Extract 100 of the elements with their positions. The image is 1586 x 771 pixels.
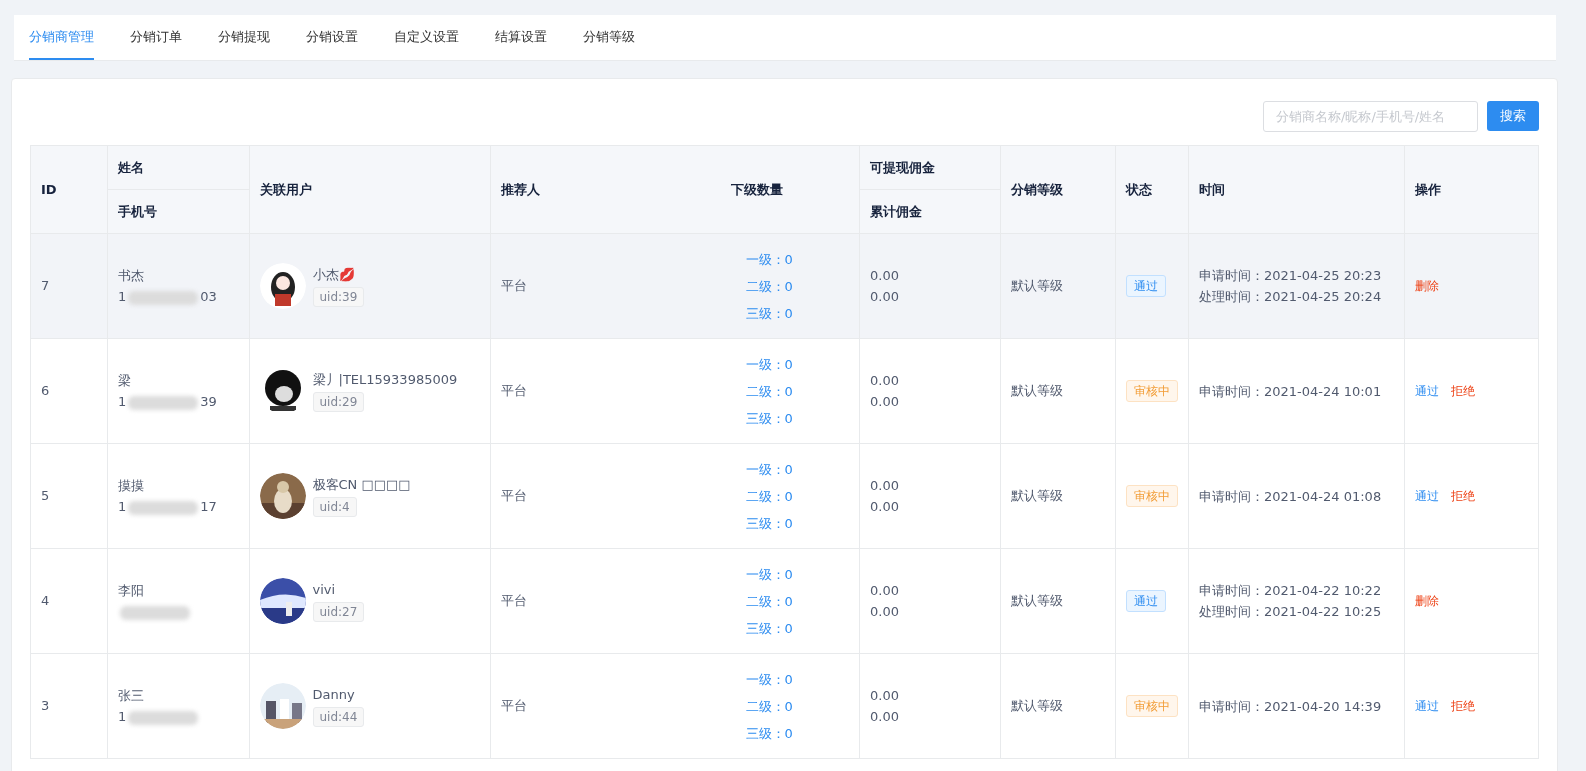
downline-link[interactable]: 三级：0	[745, 509, 849, 537]
name-text: 书杰	[118, 267, 145, 285]
blurred-text	[120, 605, 190, 620]
time-text: 申请时间：2021-04-25 20:23	[1199, 267, 1383, 285]
reject-link[interactable]: 拒绝	[1451, 487, 1475, 506]
table-cell: 默认等级	[1011, 383, 1063, 399]
column-header: 手机号	[118, 203, 157, 219]
phone-text: 39	[200, 394, 217, 409]
downline-link[interactable]: 一级：0	[745, 560, 849, 588]
phone-text: 03	[200, 289, 217, 304]
approve-link[interactable]: 通过	[1415, 487, 1439, 506]
downline-link[interactable]: 二级：0	[745, 272, 849, 300]
downline-link[interactable]: 二级：0	[745, 377, 849, 405]
column-header: 状态	[1126, 181, 1152, 197]
downline-link[interactable]: 一级：0	[745, 665, 849, 693]
status-tag: 审核中	[1126, 485, 1178, 507]
amount-text: 0.00	[870, 372, 900, 390]
nickname-text: 梁丿|TEL15933985009	[312, 370, 458, 389]
reject-link[interactable]: 拒绝	[1451, 382, 1475, 401]
nickname-text: Danny	[312, 685, 356, 704]
time-text: 申请时间：2021-04-22 10:22	[1199, 582, 1383, 600]
column-header: 推荐人	[501, 181, 540, 197]
phone-text: 17	[200, 499, 217, 514]
blurred-text	[128, 710, 199, 725]
amount-text: 0.00	[870, 393, 900, 411]
downline-link[interactable]: 三级：0	[745, 719, 849, 747]
table-cell: 6	[41, 383, 50, 399]
downline-link[interactable]: 三级：0	[745, 404, 849, 432]
downline-link[interactable]: 二级：0	[745, 587, 849, 615]
tab[interactable]: 分销等级	[583, 15, 635, 60]
reject-link[interactable]: 拒绝	[1451, 697, 1475, 716]
uid-tag: uid:39	[312, 287, 365, 308]
column-header: 关联用户	[260, 181, 312, 197]
downline-link[interactable]: 一级：0	[745, 245, 849, 273]
status-tag: 审核中	[1126, 380, 1178, 402]
time-text: 处理时间：2021-04-25 20:24	[1199, 288, 1383, 306]
column-header: 时间	[1199, 181, 1225, 197]
column-header: ID	[41, 181, 57, 197]
time-text: 申请时间：2021-04-24 10:01	[1199, 382, 1383, 401]
time-text: 申请时间：2021-04-20 14:39	[1199, 697, 1383, 716]
column-header: 姓名	[118, 159, 144, 175]
amount-text: 0.00	[870, 477, 900, 495]
table-cell: 7	[41, 278, 50, 294]
approve-link[interactable]: 通过	[1415, 697, 1439, 716]
table-cell: 默认等级	[1011, 278, 1063, 294]
time-text: 申请时间：2021-04-24 01:08	[1199, 487, 1383, 506]
amount-text: 0.00	[870, 288, 900, 306]
blurred-text	[128, 395, 199, 410]
name-text: 李阳	[118, 582, 145, 600]
table-cell: 平台	[501, 698, 527, 714]
status-tag: 审核中	[1126, 695, 1178, 717]
tab[interactable]: 分销提现	[218, 15, 270, 60]
phone-text: 1	[118, 289, 127, 304]
tab[interactable]: 分销订单	[130, 15, 182, 60]
table-cell: 4	[41, 593, 50, 609]
column-header: 分销等级	[1011, 181, 1063, 197]
downline-link[interactable]: 二级：0	[745, 482, 849, 510]
name-text: 梁	[118, 372, 132, 390]
table-cell: 平台	[501, 488, 527, 504]
approve-link[interactable]: 通过	[1415, 382, 1439, 401]
amount-text: 0.00	[870, 603, 900, 621]
tab[interactable]: 分销商管理	[29, 15, 94, 60]
uid-tag: uid:27	[312, 602, 365, 623]
downline-link[interactable]: 一级：0	[745, 455, 849, 483]
table-cell: 平台	[501, 278, 527, 294]
delete-link[interactable]: 删除	[1415, 277, 1439, 296]
table-cell: 3	[41, 698, 50, 714]
name-text: 张三	[118, 687, 145, 705]
tab[interactable]: 结算设置	[495, 15, 547, 60]
amount-text: 0.00	[870, 498, 900, 516]
status-tag: 通过	[1126, 590, 1166, 612]
amount-text: 0.00	[870, 708, 900, 726]
column-header: 累计佣金	[870, 203, 922, 219]
downline-link[interactable]: 二级：0	[745, 692, 849, 720]
downline-link[interactable]: 一级：0	[745, 350, 849, 378]
downline-link[interactable]: 三级：0	[745, 614, 849, 642]
table-cell: 默认等级	[1011, 698, 1063, 714]
blurred-text	[128, 500, 199, 515]
nickname-text: vivi	[312, 580, 337, 599]
table-cell: 默认等级	[1011, 593, 1063, 609]
nickname-text: 小杰💋	[312, 265, 356, 284]
uid-tag: uid:4	[312, 497, 357, 518]
blurred-text	[128, 290, 199, 305]
column-header: 下级数量	[730, 181, 783, 197]
phone-text: 1	[118, 709, 127, 724]
delete-link[interactable]: 删除	[1415, 592, 1439, 611]
tab[interactable]: 自定义设置	[394, 15, 459, 60]
tab[interactable]: 分销设置	[306, 15, 358, 60]
table-cell: 平台	[501, 383, 527, 399]
status-tag: 通过	[1126, 275, 1166, 297]
amount-text: 0.00	[870, 687, 900, 705]
time-text: 处理时间：2021-04-22 10:25	[1199, 603, 1383, 621]
table-cell: 平台	[501, 593, 527, 609]
table-cell: 5	[41, 488, 50, 504]
phone-text: 1	[118, 394, 127, 409]
table-cell: 默认等级	[1011, 488, 1063, 504]
downline-link[interactable]: 三级：0	[745, 299, 849, 327]
name-text: 摸摸	[118, 477, 145, 495]
search-button[interactable]: 搜索	[1487, 101, 1539, 131]
column-header: 操作	[1415, 181, 1441, 197]
